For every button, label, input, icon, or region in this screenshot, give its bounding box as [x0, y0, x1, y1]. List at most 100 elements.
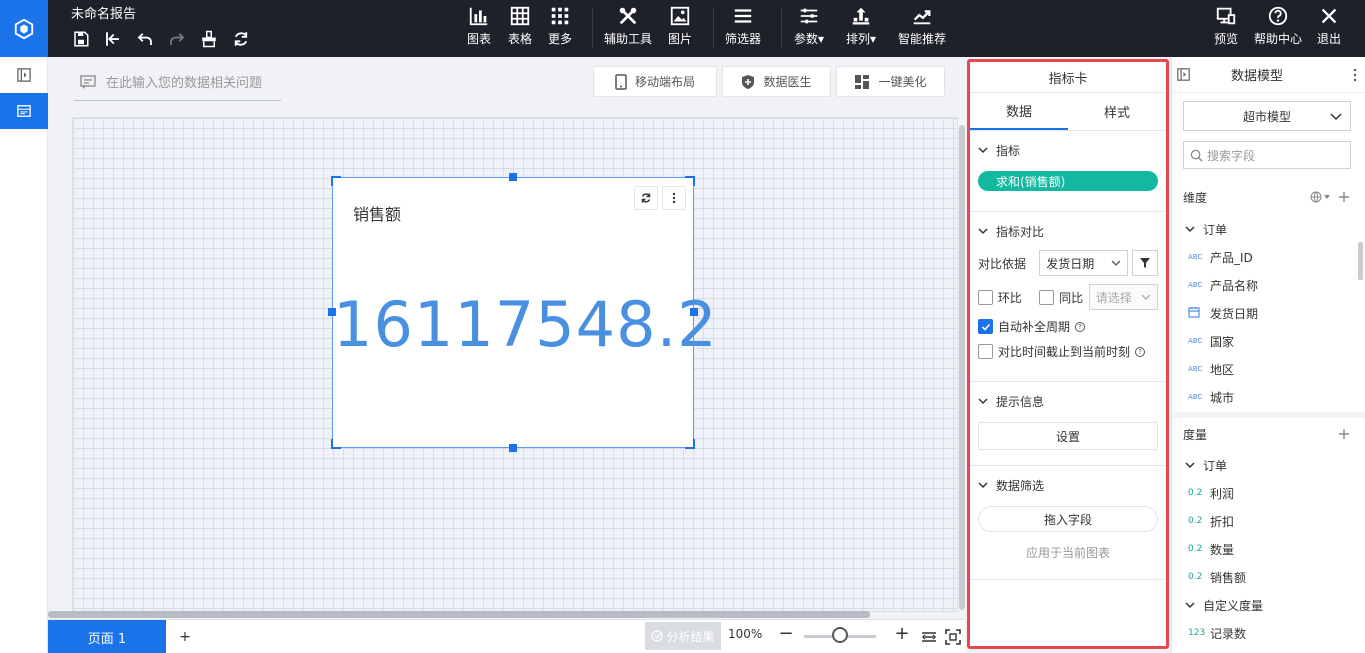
help-icon[interactable]: ?: [1135, 346, 1146, 357]
smart-recommend-button[interactable]: 智能推荐: [898, 4, 946, 52]
widget-value: 16117548.2: [333, 288, 718, 361]
exit-button[interactable]: 退出: [1317, 4, 1341, 52]
metric-section-header[interactable]: 指标: [978, 141, 1158, 159]
resize-handle-right[interactable]: [690, 308, 698, 316]
metric-card-widget[interactable]: 销售额 16117548.2: [332, 177, 718, 448]
back-to-start-icon[interactable]: [102, 28, 124, 50]
zoom-out-button[interactable]: −: [776, 623, 796, 644]
filter-button[interactable]: 筛选器: [725, 4, 761, 52]
yoy-period-select[interactable]: 请选择: [1088, 284, 1158, 310]
help-icon[interactable]: ?: [1075, 321, 1086, 332]
analysis-results-button[interactable]: 分析结果: [645, 622, 721, 650]
report-page-button[interactable]: [0, 93, 48, 129]
globe-icon[interactable]: [1310, 191, 1322, 203]
field-name: 数量: [1210, 542, 1235, 557]
fit-screen-icon[interactable]: [944, 628, 962, 646]
metric-field-pill[interactable]: 求和(销售额): [978, 171, 1158, 191]
report-title[interactable]: 未命名报告: [71, 3, 136, 22]
auto-fill-checkbox[interactable]: [978, 319, 993, 334]
yoy-checkbox[interactable]: [1039, 289, 1055, 305]
undo-icon[interactable]: [134, 28, 156, 50]
fit-width-icon[interactable]: [920, 628, 938, 646]
field-item[interactable]: ABC 城市: [1172, 383, 1365, 411]
redo-icon[interactable]: [166, 28, 188, 50]
cutoff-checkbox[interactable]: [978, 344, 993, 359]
refresh-icon[interactable]: [230, 28, 252, 50]
field-name: 地区: [1210, 362, 1235, 377]
metric-section-title: 指标: [996, 143, 1021, 158]
ask-question-input[interactable]: 在此输入您的数据相关问题: [74, 63, 281, 101]
resize-handle-top-right[interactable]: [685, 176, 695, 186]
compare-section-header[interactable]: 指标对比: [978, 222, 1158, 240]
chart-button[interactable]: 图表: [467, 4, 491, 52]
field-item[interactable]: 0.2 折扣: [1172, 507, 1365, 535]
params-button[interactable]: 参数▾: [794, 4, 824, 52]
resize-handle-bottom[interactable]: [509, 444, 517, 452]
table-button[interactable]: 表格: [508, 4, 532, 52]
toolbar-divider: [592, 8, 593, 48]
add-measure-icon[interactable]: [1338, 428, 1350, 440]
compare-filter-button[interactable]: [1132, 250, 1158, 276]
resize-handle-bottom-right[interactable]: [685, 439, 695, 449]
chevron-down-icon: [1330, 113, 1342, 121]
metric-section: 指标 求和(销售额): [970, 131, 1166, 212]
data-doctor-button[interactable]: 数据医生: [722, 66, 831, 97]
tooltip-settings-button[interactable]: 设置: [978, 422, 1158, 450]
custom-measure-group[interactable]: 自定义度量: [1172, 591, 1365, 619]
dimension-group-orders[interactable]: 订单: [1172, 215, 1365, 243]
resize-handle-left[interactable]: [328, 308, 336, 316]
widget-refresh-button[interactable]: [634, 186, 658, 210]
data-filter-section-header[interactable]: 数据筛选: [978, 476, 1158, 494]
format-brush-icon[interactable]: [198, 28, 220, 50]
more-button[interactable]: 更多: [548, 4, 572, 52]
resize-handle-top-left[interactable]: [331, 176, 341, 186]
field-item[interactable]: 0.2 利润: [1172, 479, 1365, 507]
expand-panel-button[interactable]: [0, 57, 48, 93]
widget-more-button[interactable]: [662, 186, 686, 210]
mobile-layout-button[interactable]: 移动端布局: [593, 66, 717, 97]
menu-lines-icon: [734, 9, 752, 23]
tooltip-section-header[interactable]: 提示信息: [978, 392, 1158, 410]
compare-basis-select[interactable]: 发货日期: [1039, 250, 1129, 276]
field-item[interactable]: ABC 国家: [1172, 327, 1365, 355]
model-select[interactable]: 超市模型: [1183, 101, 1351, 131]
tab-data[interactable]: 数据: [970, 93, 1068, 130]
preview-button[interactable]: 预览: [1214, 4, 1238, 52]
resize-handle-bottom-left[interactable]: [331, 439, 341, 449]
arrange-button[interactable]: 排列▾: [846, 4, 876, 52]
save-icon[interactable]: [70, 28, 92, 50]
more-vertical-icon[interactable]: [1350, 68, 1360, 82]
dimension-group-label: 订单: [1203, 222, 1228, 237]
field-item[interactable]: 发货日期: [1172, 299, 1365, 327]
image-button[interactable]: 图片: [668, 4, 692, 52]
panel-splitter[interactable]: [1172, 412, 1365, 418]
field-item[interactable]: 0.2 数量: [1172, 535, 1365, 563]
page-tab[interactable]: 页面 1: [48, 620, 166, 653]
beautify-button[interactable]: 一键美化: [836, 66, 945, 97]
add-dimension-icon[interactable]: [1338, 191, 1350, 203]
zoom-in-button[interactable]: +: [892, 623, 912, 644]
dimension-list-scrollbar[interactable]: [1358, 242, 1363, 280]
canvas-horizontal-scroll-thumb[interactable]: [48, 611, 870, 618]
chevron-down-icon: [1185, 226, 1195, 233]
caret-down-icon[interactable]: [1323, 193, 1331, 201]
mom-checkbox[interactable]: [978, 289, 993, 305]
resize-handle-top[interactable]: [509, 173, 517, 181]
field-item[interactable]: 123 记录数: [1172, 619, 1365, 647]
drag-field-dropzone[interactable]: 拖入字段: [978, 506, 1158, 532]
tab-style[interactable]: 样式: [1068, 93, 1166, 130]
field-item[interactable]: ABC 产品_ID: [1172, 243, 1365, 271]
measure-group-orders[interactable]: 订单: [1172, 451, 1365, 479]
assist-tools-button[interactable]: 辅助工具: [604, 4, 652, 52]
help-center-button[interactable]: 帮助中心: [1254, 4, 1302, 52]
text-type-icon: ABC: [1188, 337, 1203, 345]
add-page-button[interactable]: +: [166, 620, 204, 653]
field-search-input[interactable]: 搜索字段: [1183, 141, 1351, 169]
canvas-vertical-scroll-thumb[interactable]: [959, 125, 965, 610]
field-item[interactable]: ABC 地区: [1172, 355, 1365, 383]
field-item[interactable]: 0.2 销售额: [1172, 563, 1365, 591]
field-name: 记录数: [1210, 626, 1247, 641]
bar-chart-icon: [469, 7, 488, 26]
field-item[interactable]: ABC 产品名称: [1172, 271, 1365, 299]
zoom-slider-thumb[interactable]: [832, 627, 848, 643]
